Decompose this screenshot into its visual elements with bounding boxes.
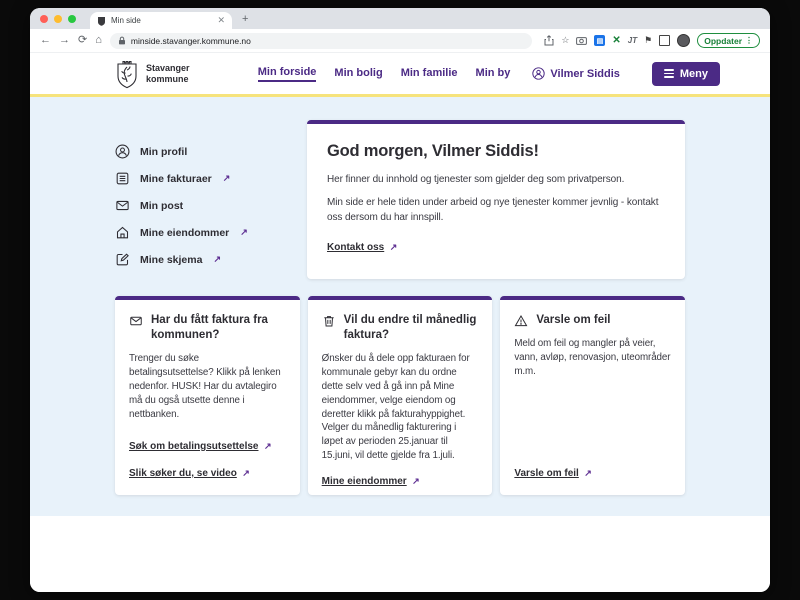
sidebar-item-mine-skjema[interactable]: Mine skjema [115, 252, 299, 267]
maximize-window-button[interactable] [68, 14, 76, 23]
external-link-icon [390, 242, 398, 252]
tab-title: Min side [111, 16, 141, 25]
browser-tab[interactable]: Min side ✕ [90, 12, 232, 29]
bookmark-star-icon[interactable]: ☆ [561, 36, 569, 45]
person-icon [115, 144, 130, 159]
main-navigation: Min forside Min bolig Min familie Min by… [257, 61, 720, 86]
sok-betalingsutsettelse-link[interactable]: Søk om betalingsutsettelse [129, 441, 258, 452]
site-header: Stavanger kommune Min forside Min bolig … [30, 53, 770, 97]
user-menu[interactable]: Vilmer Siddis [532, 67, 620, 80]
warning-icon [514, 315, 528, 327]
sidebar-item-mine-eiendommer[interactable]: Mine eiendommer [115, 225, 299, 240]
external-link-icon [264, 441, 272, 451]
sidebar-item-min-profil[interactable]: Min profil [115, 144, 299, 159]
greeting-paragraph-2: Min side er hele tiden under arbeid og n… [327, 197, 659, 223]
varsle-om-feil-link[interactable]: Varsle om feil [514, 468, 578, 479]
trash-icon [324, 316, 334, 327]
page-content: Min profil Mine fakturaer Min post [30, 97, 770, 516]
hamburger-icon [663, 69, 674, 78]
window-controls [40, 14, 76, 23]
browser-tabstrip: Min side ✕ + [30, 8, 770, 29]
greeting-paragraph-1: Her finner du innhold og tjenester som g… [327, 174, 625, 185]
external-link-icon [242, 468, 250, 478]
sidebar-item-label: Mine fakturaer [140, 172, 212, 185]
home-icon[interactable]: ⌂ [95, 35, 102, 46]
flag-extension-icon[interactable]: ⚑ [644, 35, 652, 46]
faktura-card: Har du fått faktura fra kommunen? Trenge… [115, 296, 300, 495]
logo-text: Stavanger kommune [146, 62, 190, 84]
se-video-link[interactable]: Slik søker du, se video [129, 468, 237, 479]
external-link-icon [240, 227, 248, 238]
kontakt-oss-link[interactable]: Kontakt oss [327, 242, 384, 253]
invoice-icon [116, 172, 129, 185]
card-title: Vil du endre til månedlig faktura? [343, 314, 477, 341]
nav-min-by[interactable]: Min by [476, 67, 511, 81]
mail-icon [130, 316, 142, 326]
back-icon[interactable]: ← [40, 35, 51, 46]
sidebar-item-label: Mine eiendommer [140, 226, 230, 239]
sidebar-item-label: Min post [140, 199, 184, 212]
new-tab-button[interactable]: + [242, 13, 248, 25]
browser-profile-avatar[interactable] [677, 34, 691, 47]
toolbar-extensions: ☆ ▤ ✕ JT ⚑ Oppdater ⋮ [544, 33, 760, 48]
jt-extension-icon[interactable]: JT [628, 36, 637, 45]
screenshot-stage: Min side ✕ + ← → ⟳ ⌂ minside.stavanger.k… [0, 0, 800, 600]
nav-min-forside[interactable]: Min forside [257, 66, 317, 82]
greeting-title: God morgen, Vilmer Siddis! [327, 142, 539, 160]
info-card-row: Har du fått faktura fra kommunen? Trenge… [115, 296, 686, 495]
sidebar-item-label: Min profil [140, 145, 188, 158]
sidebar-item-min-post[interactable]: Min post [115, 198, 299, 213]
card-body-text: Ønsker du å dele opp fakturaen for kommu… [321, 352, 470, 462]
mail-icon [116, 200, 129, 211]
greeting-card: God morgen, Vilmer Siddis! Her finner du… [307, 120, 685, 279]
nav-min-familie[interactable]: Min familie [401, 67, 458, 81]
blue-extension-icon[interactable]: ▤ [594, 35, 606, 46]
kebab-menu-icon: ⋮ [745, 36, 753, 45]
browser-window: Min side ✕ + ← → ⟳ ⌂ minside.stavanger.k… [30, 8, 770, 592]
sidebar-menu: Min profil Mine fakturaer Min post [115, 120, 299, 279]
camera-extension-icon[interactable] [576, 36, 588, 45]
square-extension-icon[interactable] [659, 35, 671, 46]
card-body-text: Meld om feil og mangler på veier, vann, … [514, 338, 671, 377]
form-icon [116, 253, 129, 266]
url-text: minside.stavanger.kommune.no [130, 35, 251, 46]
forward-icon[interactable]: → [59, 35, 70, 46]
external-link-icon [223, 173, 231, 184]
page-footer [30, 516, 770, 592]
browser-toolbar: ← → ⟳ ⌂ minside.stavanger.kommune.no ☆ ▤… [30, 29, 770, 53]
favicon-shield-icon [98, 16, 105, 26]
address-bar[interactable]: minside.stavanger.kommune.no [109, 32, 533, 49]
mine-eiendommer-link[interactable]: Mine eiendommer [322, 476, 407, 487]
external-link-icon [213, 254, 221, 265]
coat-of-arms-icon [117, 60, 137, 88]
menu-button-label: Meny [679, 67, 708, 80]
external-link-icon [584, 468, 592, 478]
sidebar-item-label: Mine skjema [140, 253, 203, 266]
card-body-text: Trenger du søke betalingsutsettelse? Kli… [129, 352, 281, 420]
green-x-extension-icon[interactable]: ✕ [612, 35, 620, 46]
nav-min-bolig[interactable]: Min bolig [334, 67, 382, 81]
tab-close-icon[interactable]: ✕ [217, 15, 225, 26]
card-title: Har du fått faktura fra kommunen? [151, 314, 268, 341]
browser-update-button[interactable]: Oppdater ⋮ [697, 33, 760, 48]
share-icon[interactable] [544, 35, 554, 46]
minimize-window-button[interactable] [54, 14, 62, 23]
sidebar-item-mine-fakturaer[interactable]: Mine fakturaer [115, 171, 299, 186]
stavanger-logo[interactable]: Stavanger kommune [115, 59, 190, 89]
menu-button[interactable]: Meny [651, 61, 720, 86]
close-window-button[interactable] [40, 14, 48, 23]
update-label: Oppdater [704, 35, 742, 46]
external-link-icon [412, 476, 420, 486]
user-name: Vilmer Siddis [550, 67, 620, 80]
home-icon [116, 226, 129, 239]
person-icon [532, 67, 546, 80]
varsle-om-feil-card: Varsle om feil Meld om feil og mangler p… [500, 296, 686, 495]
manedlig-faktura-card: Vil du endre til månedlig faktura? Ønske… [307, 296, 493, 495]
card-title: Varsle om feil [536, 314, 611, 326]
reload-icon[interactable]: ⟳ [78, 35, 87, 46]
padlock-icon [118, 36, 125, 45]
